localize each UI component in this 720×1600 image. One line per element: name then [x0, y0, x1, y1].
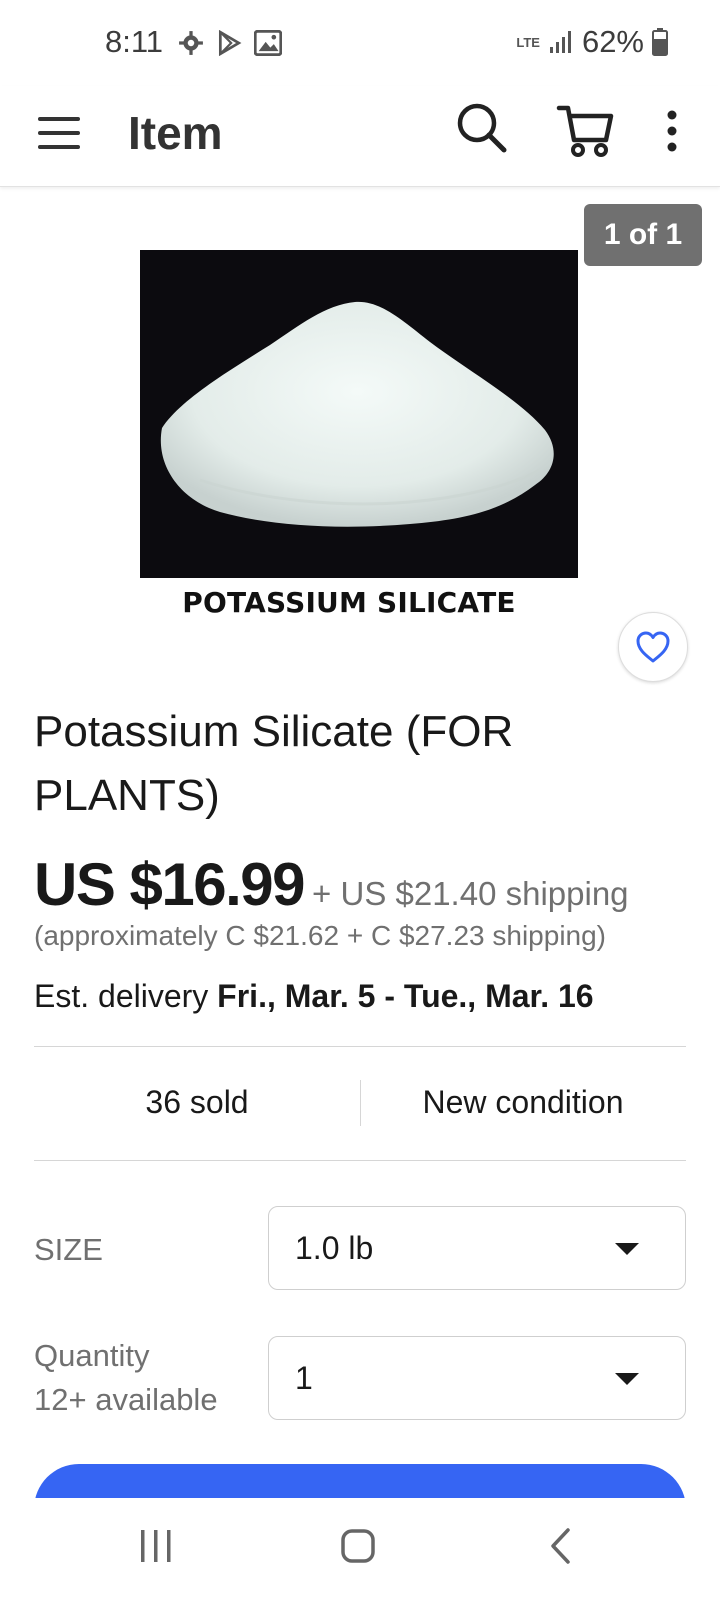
- size-value: 1.0 lb: [295, 1230, 374, 1266]
- image-caption: POTASSIUM SILICATE: [182, 586, 516, 619]
- system-nav-bar: [0, 1498, 720, 1600]
- product-title: Potassium Silicate (FOR PLANTS): [34, 707, 514, 820]
- menu-icon[interactable]: [36, 110, 82, 156]
- estimated-delivery: Est. delivery Fri., Mar. 5 - Tue., Mar. …: [34, 978, 594, 1015]
- sold-count: 36 sold: [145, 1084, 249, 1120]
- divider: [34, 1160, 686, 1161]
- status-bar: 8:11 LTE 62%: [0, 0, 720, 86]
- app-bar: Item: [0, 86, 720, 187]
- search-icon[interactable]: [454, 100, 510, 156]
- image-gallery[interactable]: 1 of 1 POTASSIUM SILICATE: [0, 190, 720, 650]
- size-select[interactable]: 1.0 lb: [268, 1206, 686, 1290]
- delivery-dates: Fri., Mar. 5 - Tue., Mar. 16: [217, 978, 594, 1014]
- price: US $16.99: [34, 851, 306, 918]
- chevron-down-icon: [615, 1243, 639, 1255]
- delivery-label: Est. delivery: [34, 978, 209, 1014]
- more-vert-icon[interactable]: [662, 106, 682, 156]
- image-icon: [254, 30, 282, 56]
- cart-icon[interactable]: [556, 100, 616, 160]
- page-title: Item: [128, 107, 223, 159]
- chevron-down-icon: [615, 1373, 639, 1385]
- quantity-label: Quantity: [34, 1338, 150, 1373]
- status-time: 8:11: [105, 24, 164, 59]
- quantity-available: 12+ available: [34, 1382, 218, 1417]
- size-label: SIZE: [34, 1232, 103, 1267]
- price-row: US $16.99 + US $21.40 shipping: [34, 850, 629, 919]
- recent-apps-icon[interactable]: [138, 1526, 174, 1566]
- watch-button[interactable]: [618, 612, 688, 682]
- product-image[interactable]: POTASSIUM SILICATE: [140, 250, 578, 670]
- signal-icon: [549, 31, 571, 53]
- battery-icon: [652, 28, 668, 56]
- battery-percent: 62%: [581, 24, 644, 59]
- home-icon[interactable]: [340, 1528, 376, 1564]
- image-counter: 1 of 1: [584, 204, 702, 266]
- stats-row: 36 sold New condition: [34, 1046, 686, 1158]
- powder-photo: [140, 250, 578, 578]
- converted-price: (approximately C $21.62 + C $27.23 shipp…: [34, 920, 607, 951]
- quantity-select[interactable]: 1: [268, 1336, 686, 1420]
- play-store-icon: [218, 30, 242, 56]
- gear-icon: [179, 31, 203, 55]
- back-icon[interactable]: [548, 1526, 572, 1566]
- item-condition: New condition: [422, 1084, 624, 1120]
- status-right: LTE 62%: [516, 24, 668, 60]
- heart-icon: [636, 631, 670, 663]
- quantity-value: 1: [295, 1360, 313, 1396]
- status-notification-icons: [178, 30, 282, 56]
- network-type: LTE: [516, 34, 540, 50]
- shipping-price: + US $21.40 shipping: [312, 875, 629, 912]
